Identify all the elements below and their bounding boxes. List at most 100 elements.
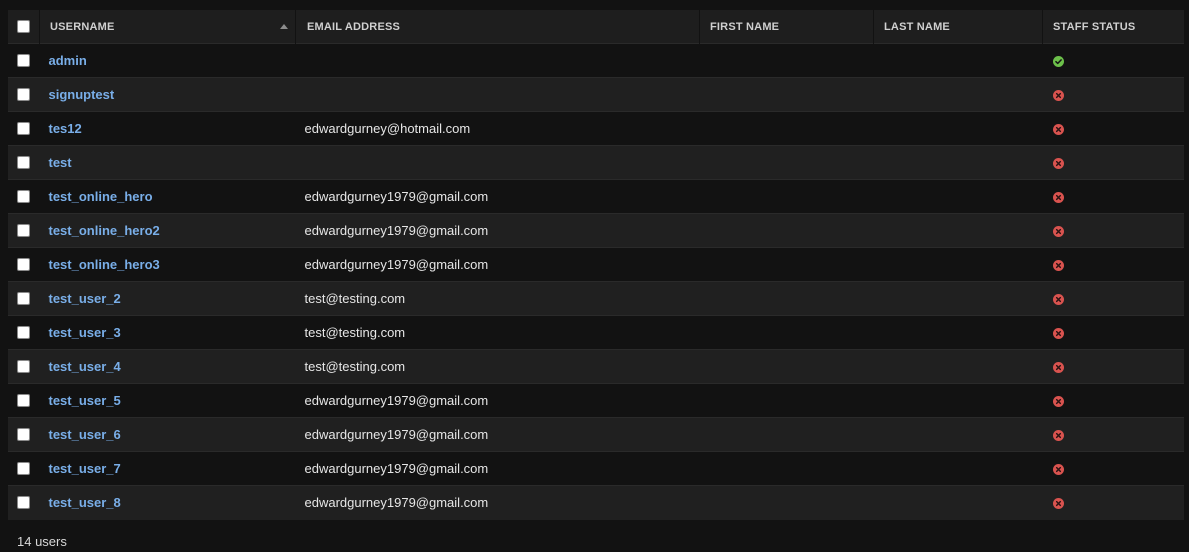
username-link[interactable]: test_user_8 [40,495,121,510]
table-row: test_online_hero3 edwardgurney1979@gmail.… [8,247,1185,282]
email-cell: edwardgurney@hotmail.com [304,121,471,136]
row-select-checkbox[interactable] [17,394,30,407]
row-select-cell [8,214,40,248]
column-header-username[interactable]: USERNAME [39,10,296,44]
last-name-cell [874,112,1043,146]
email-cell [296,78,700,112]
email-cell: test@testing.com [304,325,406,340]
username-link[interactable]: test_user_3 [40,325,121,340]
username-link[interactable]: test_online_hero [40,189,153,204]
row-select-cell [8,486,40,520]
row-select-cell [8,248,40,282]
table-row: test_online_hero2 edwardgurney1979@gmail.… [8,213,1184,248]
last-name-cell [874,44,1043,78]
row-select-checkbox[interactable] [17,428,30,441]
last-name-cell [874,214,1043,248]
staff-status-cell [1043,248,1185,282]
first-name-cell [700,418,874,452]
row-select-checkbox[interactable] [17,360,30,373]
row-select-checkbox[interactable] [17,326,30,339]
last-name-cell [874,78,1043,112]
table-row: tes12 edwardgurney@hotmail.com [8,111,1185,146]
first-name-cell [700,44,874,78]
username-link[interactable]: test_user_2 [40,291,121,306]
user-results-table: USERNAME EMAIL ADDRESS FIRST NAME LAST N… [8,10,1184,520]
staff-status-cell [1043,78,1185,112]
username-cell: tes12 [40,112,296,146]
table-row: test [8,145,1185,180]
row-select-checkbox[interactable] [17,258,30,271]
username-link[interactable]: test_online_hero3 [40,257,160,272]
row-select-cell [8,78,40,112]
username-link[interactable]: test_user_4 [40,359,121,374]
first-name-cell [700,452,874,486]
email-cell: edwardgurney1979@gmail.com [304,461,489,476]
row-select-checkbox[interactable] [17,190,30,203]
first-name-cell [700,180,874,214]
username-cell: test_user_5 [40,384,296,418]
email-cell: test@testing.com [304,291,406,306]
first-name-cell [700,282,874,316]
table-row: test_user_7 edwardgurney1979@gmail.com [8,451,1185,486]
username-cell: test [40,146,296,180]
email-cell: test@testing.com [304,359,406,374]
column-header-first-name[interactable]: FIRST NAME [699,10,874,44]
table-row: signuptest [8,77,1185,112]
username-link[interactable]: test_user_5 [40,393,121,408]
table-row: admin [8,43,1184,78]
first-name-cell [700,350,874,384]
column-header-staff-status[interactable]: STAFF STATUS [1043,10,1185,44]
last-name-cell [874,452,1043,486]
select-all-checkbox[interactable] [17,20,30,33]
column-header-email[interactable]: EMAIL ADDRESS [295,10,700,44]
row-select-cell [8,316,40,350]
row-select-checkbox[interactable] [17,122,30,135]
username-cell: test_user_8 [40,486,296,520]
column-header-last-name[interactable]: LAST NAME [873,10,1043,44]
sort-ascending-icon[interactable] [280,24,288,29]
username-cell: admin [40,44,296,78]
username-link[interactable]: test_user_6 [40,427,121,442]
first-name-cell [700,486,874,520]
username-link[interactable]: test [40,155,72,170]
row-select-checkbox[interactable] [17,462,30,475]
row-select-checkbox[interactable] [17,54,30,67]
table-row: test_user_8 edwardgurney1979@gmail.com [8,485,1184,520]
column-header-first-name-label: FIRST NAME [710,20,780,33]
staff-status-cell [1043,146,1185,180]
staff-status-cell [1043,452,1185,486]
staff-status-cell [1043,112,1185,146]
email-cell [296,146,700,180]
staff-no-icon [1052,396,1064,408]
row-select-checkbox[interactable] [17,496,30,510]
row-select-checkbox[interactable] [17,88,30,101]
username-cell: test_online_hero [40,180,296,214]
username-link[interactable]: admin [40,53,87,68]
email-cell [296,44,700,78]
last-name-cell [874,180,1043,214]
staff-status-cell [1043,316,1185,350]
email-cell: edwardgurney1979@gmail.com [304,427,489,442]
username-link[interactable]: signuptest [40,87,115,102]
result-count: 14 users [17,534,67,549]
row-select-checkbox[interactable] [17,224,30,237]
first-name-cell [700,146,874,180]
table-header-row: USERNAME EMAIL ADDRESS FIRST NAME LAST N… [8,10,1184,44]
first-name-cell [700,78,874,112]
row-select-cell [8,180,40,214]
staff-status-cell [1043,282,1185,316]
row-select-cell [8,282,40,316]
username-link[interactable]: test_user_7 [40,461,121,476]
staff-no-icon [1052,124,1064,136]
email-cell: edwardgurney1979@gmail.com [304,393,489,408]
row-select-checkbox[interactable] [17,292,30,305]
first-name-cell [700,248,874,282]
select-all-header [8,10,40,44]
staff-no-icon [1052,430,1064,442]
first-name-cell [700,316,874,350]
username-link[interactable]: test_online_hero2 [40,223,160,238]
username-cell: test_online_hero3 [40,248,296,282]
username-link[interactable]: tes12 [40,121,82,136]
row-select-checkbox[interactable] [17,156,30,169]
username-cell: test_online_hero2 [40,214,296,248]
